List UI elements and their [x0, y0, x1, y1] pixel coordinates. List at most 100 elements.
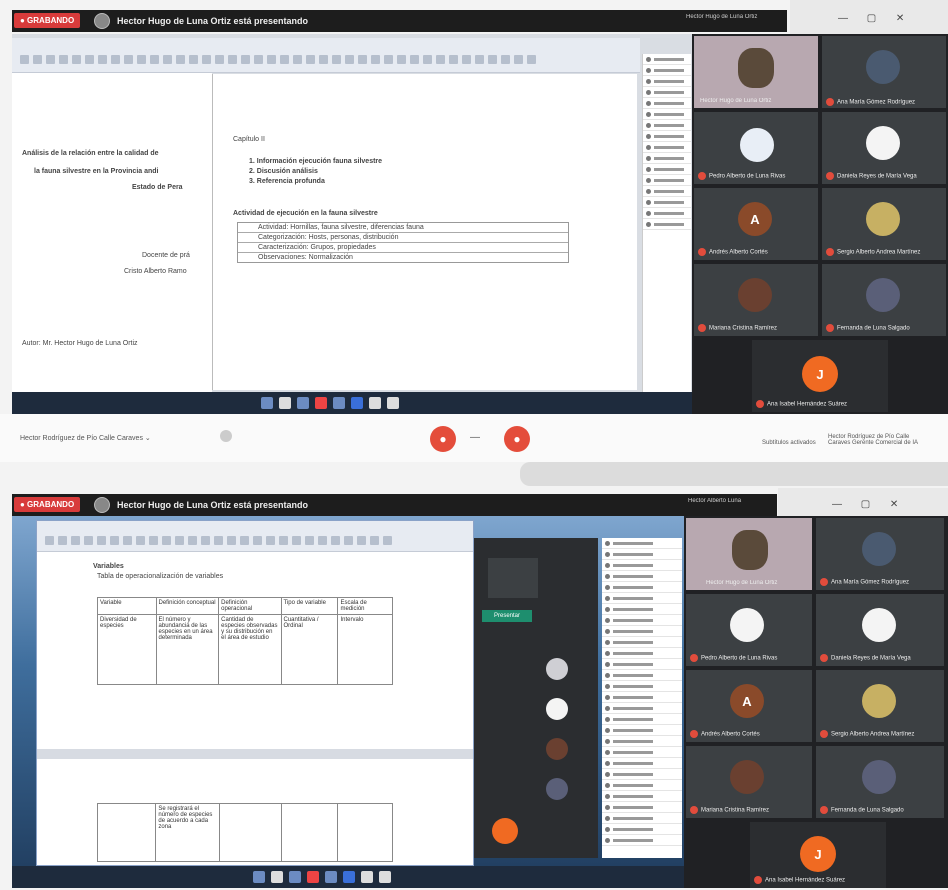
table-cell: El número y abundancia de las especies e… [155, 614, 220, 685]
doc-table-row: Observaciones: Normalización [258, 254, 353, 261]
participant-tile[interactable]: A Andrés Alberto Cortés [686, 670, 812, 742]
mic-off-icon [826, 324, 834, 332]
close-button[interactable]: ✕ [881, 496, 907, 514]
doc-table-row: Caracterización: Grupos, propiedades [238, 243, 568, 253]
bottom-window-strip: — ▢ ✕ [778, 488, 948, 518]
recording-badge: ● GRABANDO [14, 13, 81, 28]
top-participant-grid: Hector Hugo de Luna Ortiz Ana María Góme… [692, 34, 948, 414]
table-cell [337, 803, 393, 862]
doc-item-1: 1. Información ejecución fauna silvestre [249, 158, 383, 165]
avatar [546, 658, 568, 680]
participant-name: Mariana Cristina Ramírez [698, 324, 816, 332]
participant-tile[interactable]: Ana María Gómez Rodríguez [816, 518, 944, 590]
inner-video [488, 558, 538, 598]
taskbar-icons[interactable] [258, 395, 402, 416]
info-icon[interactable] [220, 430, 232, 442]
avatar [862, 684, 896, 718]
top-window-strip: — ▢ ✕ [790, 0, 948, 34]
doc-heading: Capítulo II [233, 136, 265, 143]
table-cell: Intervalo [337, 614, 393, 685]
presenter-info: Hector Rodríguez de Pío Calle Caraves Ge… [828, 434, 919, 446]
mic-off-icon [820, 730, 828, 738]
bottom-window-controls: — ▢ ✕ [824, 496, 907, 514]
mic-off-icon [820, 806, 828, 814]
bottom-participant-grid: Hector Hugo de Luna Ortiz Ana María Góme… [684, 516, 948, 888]
mic-off-icon [820, 578, 828, 586]
participant-tile[interactable]: A Andrés Alberto Cortés [694, 188, 818, 260]
bottom-screenshot: — ▢ ✕ ● GRABANDO Hector Hugo de Luna Ort… [0, 488, 948, 888]
captions-label[interactable]: Subtítulos activados [762, 440, 816, 446]
participant-tile[interactable]: Pedro Alberto de Luna Rivas [686, 594, 812, 666]
avatar [866, 202, 900, 236]
ribbon-tools[interactable] [18, 52, 538, 70]
table-cell: Se registrará el número de especies de a… [155, 803, 220, 862]
avatar [546, 738, 568, 760]
participant-tile[interactable]: Mariana Cristina Ramírez [694, 264, 818, 336]
video-face [732, 530, 768, 570]
mic-off-icon [698, 324, 706, 332]
avatar [730, 608, 764, 642]
table-row: Se registrará el número de especies de a… [96, 803, 393, 862]
doc-table-row: Categorización: Hosts, personas, distrib… [238, 233, 568, 243]
present-button[interactable]: Presentar [482, 610, 532, 622]
participant-name: Pedro Alberto de Luna Rivas [698, 172, 816, 180]
participant-name: Ana María Gómez Rodríguez [826, 98, 944, 106]
participant-tile[interactable]: Sergio Alberto Andrea Martínez [816, 670, 944, 742]
maximize-button[interactable]: ▢ [859, 10, 885, 28]
doc-left-sub-1: Docente de prá [142, 252, 190, 259]
top-screenshot: — ▢ ✕ ● GRABANDO Hector Hugo de Luna Ort… [0, 0, 948, 462]
doc-left-line-2: la fauna silvestre en la Provincia andi [34, 168, 159, 175]
minimize-button[interactable]: — [830, 10, 856, 28]
participant-tile[interactable]: Ana María Gómez Rodríguez [822, 36, 946, 108]
participant-tile[interactable]: Fernanda de Luna Salgado [822, 264, 946, 336]
avatar [866, 50, 900, 84]
bottom-meeting-bar: ● GRABANDO Hector Hugo de Luna Ortiz est… [12, 494, 777, 516]
presenter-label: Hector Hugo de Luna Ortiz está presentan… [117, 16, 309, 26]
avatar: J [802, 356, 838, 392]
maximize-button[interactable]: ▢ [853, 496, 879, 514]
participant-name: Daniela Reyes de María Vega [826, 172, 944, 180]
top-meeting-bar: ● GRABANDO Hector Hugo de Luna Ortiz est… [12, 10, 787, 32]
participant-name: Ana Isabel Hernández Suárez [756, 400, 884, 408]
mic-off-icon [826, 98, 834, 106]
mic-off-icon [690, 730, 698, 738]
participant-tile[interactable]: Daniela Reyes de María Vega [822, 112, 946, 184]
avatar [492, 818, 518, 844]
bottom-word-ribbon [37, 521, 473, 552]
participant-tile[interactable]: Fernanda de Luna Salgado [816, 746, 944, 818]
top-taskbar [12, 392, 692, 414]
inner-meet-window: Presentar [468, 538, 598, 858]
taskbar-icons[interactable] [250, 869, 394, 890]
doc-table-title: Actividad de ejecución en la fauna silve… [233, 210, 378, 217]
camera-button[interactable]: ● [504, 426, 530, 452]
table-cell: Cuantitativa / Ordinal [280, 614, 339, 685]
participant-tile[interactable]: Mariana Cristina Ramírez [686, 746, 812, 818]
doc-item-2: 2. Discusión análisis [249, 168, 318, 175]
minimize-button[interactable]: — [824, 496, 850, 514]
participant-tile[interactable]: J Ana Isabel Hernández Suárez [752, 340, 888, 412]
avatar: A [730, 684, 764, 718]
avatar [866, 126, 900, 160]
participant-name: Sergio Alberto Andrea Martínez [820, 730, 940, 738]
ribbon-tools[interactable] [37, 521, 473, 551]
participant-tile[interactable]: Hector Hugo de Luna Ortiz [694, 36, 818, 108]
doc-left-line-1: Análisis de la relación entre la calidad… [22, 150, 159, 157]
participant-tile[interactable]: Hector Hugo de Luna Ortiz [686, 518, 812, 590]
participant-tile[interactable]: Pedro Alberto de Luna Rivas [694, 112, 818, 184]
table-cell: Diversidad de especies [97, 614, 157, 685]
mic-off-icon [698, 248, 706, 256]
close-button[interactable]: ✕ [887, 10, 913, 28]
table-cell [96, 803, 157, 862]
divider-strip [520, 462, 948, 486]
variables-table-continued: Se registrará el número de especies de a… [96, 803, 393, 862]
table-header: Definición conceptual [155, 597, 220, 615]
participant-tile[interactable]: Sergio Alberto Andrea Martínez [822, 188, 946, 260]
mic-button[interactable]: ● [430, 426, 456, 452]
recording-badge: ● GRABANDO [14, 497, 81, 512]
meeting-info[interactable]: Hector Rodríguez de Pío Calle Caraves ⌄ [20, 434, 151, 442]
participant-tile[interactable]: J Ana Isabel Hernández Suárez [750, 822, 886, 888]
doc-item-3: 3. Referencia profunda [249, 178, 325, 185]
avatar [738, 126, 776, 164]
participant-tile[interactable]: Daniela Reyes de María Vega [816, 594, 944, 666]
variables-table: Variable Definición conceptual Definició… [97, 597, 393, 685]
